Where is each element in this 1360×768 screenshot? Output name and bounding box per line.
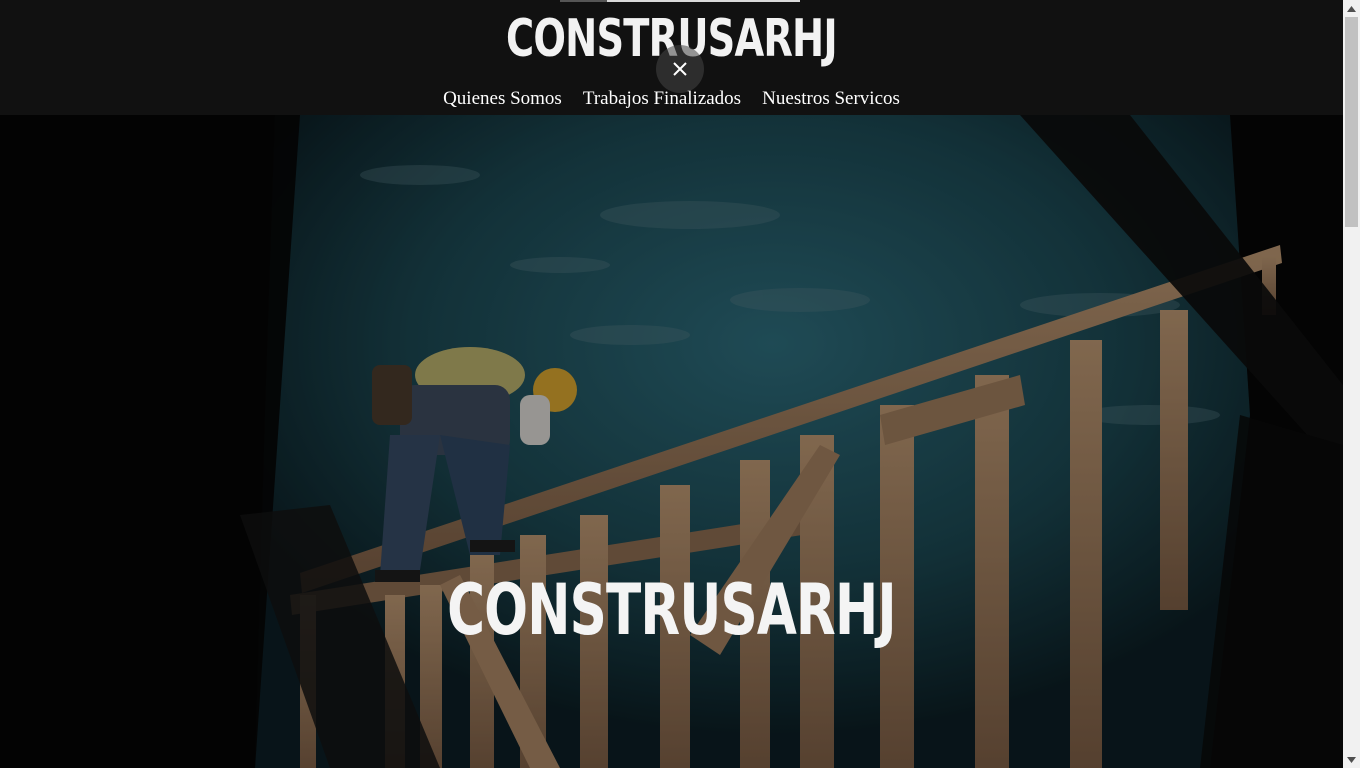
close-icon bbox=[673, 62, 687, 76]
nav-item-quienes-somos[interactable]: Quienes Somos bbox=[443, 88, 562, 109]
scrollbar-thumb[interactable] bbox=[1345, 17, 1358, 227]
vertical-scrollbar[interactable] bbox=[1343, 0, 1360, 768]
main-nav: Quienes Somos Trabajos Finalizados Nuest… bbox=[0, 86, 1343, 112]
hero-section: CONSTRUSARHJ bbox=[0, 115, 1343, 768]
top-divider bbox=[607, 0, 800, 2]
page: CONSTRUSARHJ Quienes Somos Trabajos Fina… bbox=[0, 0, 1343, 768]
nav-item-trabajos-finalizados[interactable]: Trabajos Finalizados bbox=[583, 88, 741, 109]
arrow-up-icon bbox=[1347, 5, 1356, 12]
arrow-down-icon bbox=[1347, 756, 1356, 763]
hero-title: CONSTRUSARHJ bbox=[447, 569, 896, 651]
scroll-down-button[interactable] bbox=[1343, 751, 1360, 768]
nav-item-nuestros-servicos[interactable]: Nuestros Servicos bbox=[762, 88, 900, 109]
top-divider-dark bbox=[560, 0, 607, 2]
scroll-up-button[interactable] bbox=[1343, 0, 1360, 17]
site-header: CONSTRUSARHJ Quienes Somos Trabajos Fina… bbox=[0, 0, 1343, 115]
hero-background-image bbox=[0, 115, 1343, 768]
